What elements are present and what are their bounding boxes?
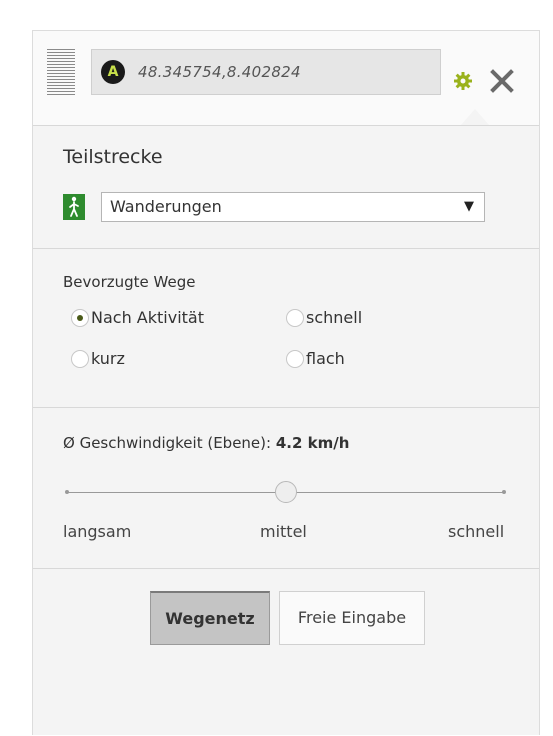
waypoint-header: A 48.345754,8.402824 [33, 31, 539, 126]
slider-start-dot [65, 490, 69, 494]
preferred-routes-label: Bevorzugte Wege [63, 273, 196, 291]
radio-circle [286, 309, 304, 327]
gear-icon[interactable] [453, 71, 473, 91]
radio-label: kurz [91, 349, 125, 368]
preferred-routes-section: Bevorzugte Wege Nach Aktivität schnell k… [33, 249, 539, 408]
speed-slider-thumb[interactable] [275, 481, 297, 503]
slider-end-dot [502, 490, 506, 494]
speed-label-text: Ø Geschwindigkeit (Ebene): [63, 434, 272, 452]
section-title: Teilstrecke [63, 146, 163, 168]
drag-handle-icon[interactable] [47, 49, 75, 95]
speed-section: Ø Geschwindigkeit (Ebene): 4.2 km/h lang… [33, 408, 539, 569]
chevron-down-icon: ▼ [464, 199, 474, 214]
close-icon[interactable] [488, 67, 516, 95]
path-network-button[interactable]: Wegenetz [150, 591, 270, 645]
radio-label: flach [306, 349, 345, 368]
radio-label: schnell [306, 308, 363, 327]
header-pointer-arrow [461, 109, 489, 125]
slider-label-medium: mittel [260, 522, 307, 541]
slider-label-slow: langsam [63, 522, 132, 541]
mode-section: Wegenetz Freie Eingabe [33, 569, 539, 736]
radio-selected-dot [77, 315, 83, 321]
hiker-icon [63, 194, 85, 220]
waypoint-input[interactable]: A 48.345754,8.402824 [91, 49, 441, 95]
route-segment-panel: A 48.345754,8.402824 Teilstrecke Wanderu… [32, 30, 540, 735]
radio-label: Nach Aktivität [91, 308, 204, 327]
segment-section: Teilstrecke Wanderungen ▼ [33, 126, 539, 249]
radio-circle [71, 309, 89, 327]
free-input-button[interactable]: Freie Eingabe [279, 591, 425, 645]
activity-select-value: Wanderungen [110, 197, 222, 216]
activity-select[interactable]: Wanderungen ▼ [101, 192, 485, 222]
speed-label: Ø Geschwindigkeit (Ebene): 4.2 km/h [63, 434, 349, 452]
waypoint-coordinates: 48.345754,8.402824 [138, 63, 301, 81]
speed-value: 4.2 km/h [275, 434, 350, 452]
waypoint-marker-icon: A [101, 60, 125, 84]
radio-circle [286, 350, 304, 368]
radio-circle [71, 350, 89, 368]
slider-label-fast: schnell [448, 522, 505, 541]
